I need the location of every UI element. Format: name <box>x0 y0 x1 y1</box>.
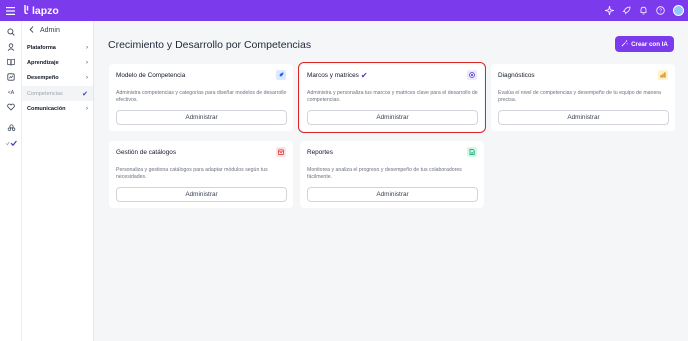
admin-sidebar: Admin Plataforma › Aprendizaje › Desempe… <box>22 21 94 341</box>
administrar-button[interactable]: Administrar <box>307 110 478 125</box>
bell-icon[interactable] <box>639 6 648 15</box>
card-title: Gestión de catálogos <box>116 149 177 156</box>
team-icon[interactable] <box>0 120 22 135</box>
card-description: Monitorea y analiza el progreso y desemp… <box>307 167 462 180</box>
heart-icon[interactable] <box>0 99 22 114</box>
brand-logo[interactable]: lapzo <box>23 3 59 17</box>
competencies-icon[interactable]: <A <box>0 84 22 99</box>
svg-text:<A: <A <box>8 90 15 96</box>
sidebar-item-comunicacion[interactable]: Comunicación › <box>22 101 93 116</box>
sidebar-item-aprendizaje[interactable]: Aprendizaje › <box>22 55 93 70</box>
main-content: Crecimiento y Desarrollo por Competencia… <box>95 21 688 341</box>
back-label: Admin <box>40 27 60 34</box>
svg-text:?: ? <box>659 8 662 14</box>
chart-icon <box>658 70 668 80</box>
user-icon[interactable] <box>0 39 22 54</box>
target-icon <box>467 70 477 80</box>
chevron-left-icon <box>29 26 34 35</box>
search-icon[interactable] <box>0 24 22 39</box>
sidebar-item-plataforma[interactable]: Plataforma › <box>22 40 93 55</box>
catalog-icon <box>276 147 286 157</box>
card-description: Administra y personaliza tus marcos y ma… <box>307 90 478 103</box>
book-icon[interactable] <box>0 54 22 69</box>
card-description: Personaliza y gestiona catálogos para ad… <box>116 167 268 180</box>
card-diagnosticos: Diagnósticos Evalúa el nivel de competen… <box>491 64 675 131</box>
card-title: Modelo de Competencia <box>116 72 186 79</box>
chevron-right-icon: › <box>86 59 88 66</box>
card-title: Diagnósticos <box>498 72 535 79</box>
icon-rail: <A <box>0 21 22 341</box>
menu-icon[interactable] <box>0 0 20 21</box>
report-icon <box>467 147 477 157</box>
chevron-right-icon: › <box>86 44 88 51</box>
card-gestion-de-catalogos: Gestión de catálogos Personaliza y gesti… <box>109 141 293 208</box>
sidebar-item-competencias[interactable]: Competencias ✔ <box>22 85 93 102</box>
card-modelo-de-competencia: Modelo de Competencia Administra compete… <box>109 64 293 131</box>
chevron-right-icon: › <box>86 105 88 112</box>
sidebar-item-label: Plataforma <box>27 44 56 51</box>
card-description: Administra competencias y categorías par… <box>116 90 287 103</box>
checklist-icon[interactable] <box>0 135 22 150</box>
card-title: Reportes <box>307 149 333 156</box>
sidebar-item-label: Desempeño <box>27 75 59 82</box>
page-title: Crecimiento y Desarrollo por Competencia… <box>108 39 312 51</box>
performance-icon[interactable] <box>0 69 22 84</box>
top-bar: lapzo ? <box>0 0 688 21</box>
rocket-icon[interactable] <box>622 6 631 15</box>
administrar-button[interactable]: Administrar <box>116 110 287 125</box>
magic-wand-icon <box>621 39 628 49</box>
rocket-icon <box>276 70 286 80</box>
sidebar-item-label: Comunicación <box>27 105 66 112</box>
create-with-ai-button[interactable]: Crear con IA <box>615 36 674 52</box>
create-with-ai-label: Crear con IA <box>631 40 668 48</box>
brand-name: lapzo <box>32 4 59 17</box>
back-to-admin[interactable]: Admin <box>22 21 93 40</box>
chevron-right-icon: › <box>86 75 88 82</box>
sidebar-item-desempeno[interactable]: Desempeño › <box>22 71 93 86</box>
checkmark-icon: ✔ <box>82 90 88 98</box>
brand-mark-icon <box>23 3 30 17</box>
sparkle-icon[interactable] <box>605 6 614 15</box>
administrar-button[interactable]: Administrar <box>307 187 478 202</box>
sidebar-item-label: Aprendizaje <box>27 59 59 66</box>
card-reportes: Reportes Monitorea y analiza el progreso… <box>300 141 484 208</box>
help-icon[interactable]: ? <box>656 6 665 15</box>
checkmark-icon: ✔ <box>360 70 368 80</box>
administrar-button[interactable]: Administrar <box>116 187 287 202</box>
card-description: Evalúa el nivel de competencias y desemp… <box>498 90 661 103</box>
card-title: Marcos y matrices ✔ <box>307 70 368 80</box>
administrar-button[interactable]: Administrar <box>498 110 669 125</box>
card-marcos-y-matrices: Marcos y matrices ✔ Administra y persona… <box>298 62 486 133</box>
avatar[interactable] <box>673 5 684 16</box>
sidebar-item-label: Competencias <box>27 90 63 97</box>
